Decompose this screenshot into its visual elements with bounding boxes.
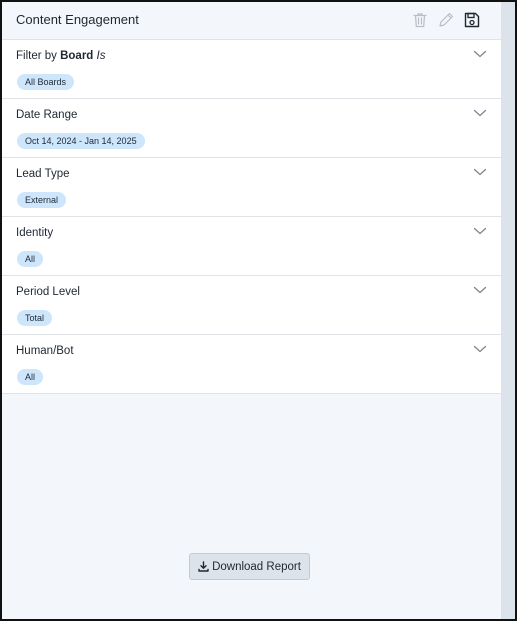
- filter-identity[interactable]: Identity All: [2, 217, 501, 276]
- edit-button[interactable]: [436, 10, 455, 29]
- download-report-button[interactable]: Download Report: [189, 553, 310, 580]
- filter-value-chip: All Boards: [17, 74, 75, 90]
- filter-board[interactable]: Filter by Board Is All Boards: [2, 40, 501, 99]
- chevron-down-icon[interactable]: [473, 344, 487, 354]
- download-icon: [198, 561, 209, 572]
- filter-period-level[interactable]: Period Level Total: [2, 276, 501, 335]
- filter-value-chip: All: [17, 369, 44, 385]
- filter-date-range[interactable]: Date Range Oct 14, 2024 - Jan 14, 2025: [2, 99, 501, 158]
- filter-human-bot[interactable]: Human/Bot All: [2, 335, 501, 394]
- filter-label: Filter by Board Is: [16, 50, 105, 62]
- panel-title: Content Engagement: [16, 12, 139, 27]
- filter-lead-type[interactable]: Lead Type External: [2, 158, 501, 217]
- pencil-icon: [438, 12, 453, 27]
- filter-list: Filter by Board Is All Boards Date Range…: [2, 40, 501, 394]
- chevron-down-icon[interactable]: [473, 108, 487, 118]
- trash-icon: [412, 12, 427, 27]
- filter-label: Identity: [16, 227, 54, 239]
- save-button[interactable]: [462, 10, 481, 29]
- filter-value-chip: All: [17, 251, 44, 267]
- filter-value-chip: Oct 14, 2024 - Jan 14, 2025: [17, 133, 145, 149]
- scrollbar[interactable]: [501, 2, 515, 619]
- panel-header: Content Engagement: [2, 2, 501, 40]
- chevron-down-icon[interactable]: [473, 285, 487, 295]
- filter-label-prefix: Filter by: [16, 50, 61, 62]
- filter-value-chip: External: [17, 192, 67, 208]
- save-icon: [464, 12, 479, 27]
- filter-label-operator: Is: [93, 50, 106, 62]
- filter-value-chip: Total: [17, 310, 53, 326]
- filter-label-field: Board: [60, 50, 94, 62]
- filter-label: Human/Bot: [16, 345, 74, 357]
- chevron-down-icon[interactable]: [473, 226, 487, 236]
- filter-label: Period Level: [16, 286, 80, 298]
- chevron-down-icon[interactable]: [473, 167, 487, 177]
- filter-label: Date Range: [16, 109, 78, 121]
- download-report-label: Download Report: [212, 560, 301, 573]
- filter-label: Lead Type: [16, 168, 70, 180]
- report-panel: Content Engagement Filter by Board Is Al…: [0, 0, 517, 621]
- chevron-down-icon[interactable]: [473, 49, 487, 59]
- header-actions: [410, 10, 481, 29]
- delete-button[interactable]: [410, 10, 429, 29]
